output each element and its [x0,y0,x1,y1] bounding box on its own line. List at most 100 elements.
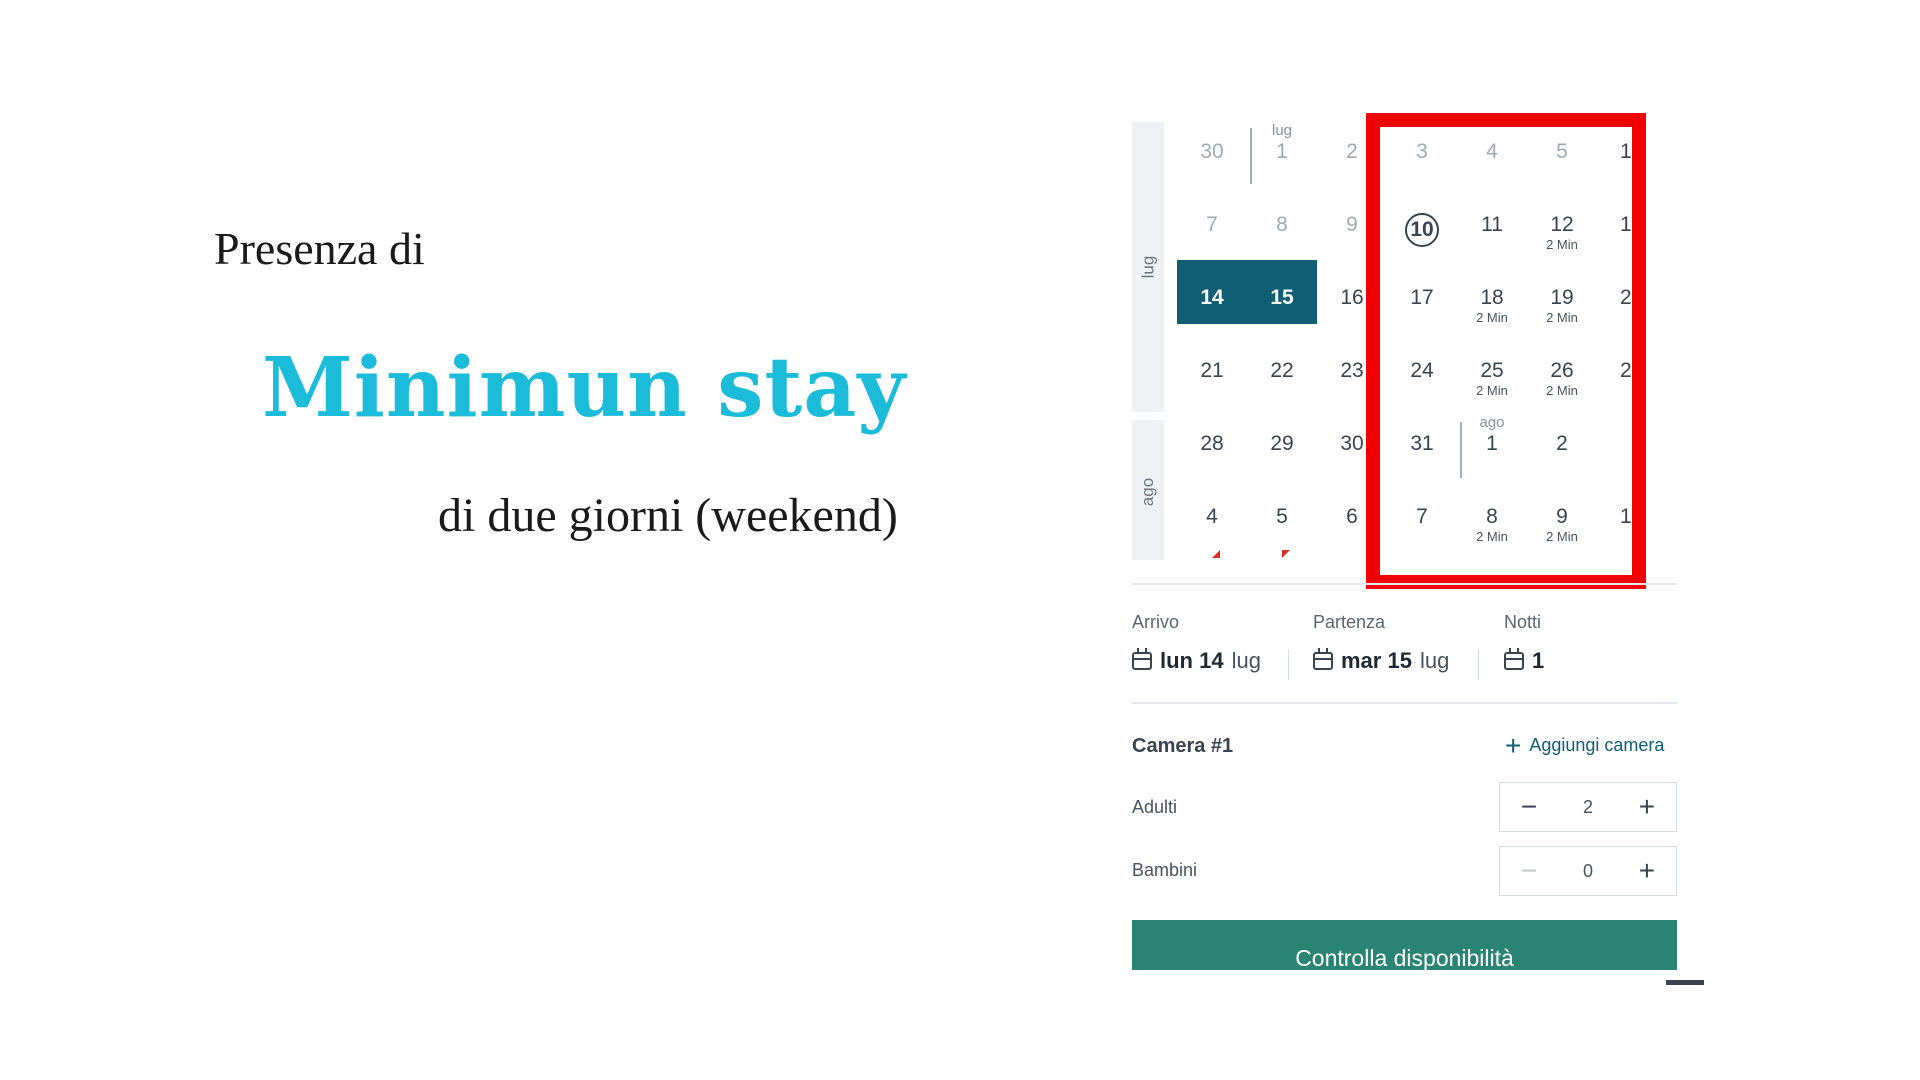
calendar-day[interactable]: 5 [1527,122,1597,186]
min-stay-label: 2 Min [1476,383,1508,398]
room-title: Camera #1 [1132,735,1234,757]
month-label-text: lug [1138,255,1157,279]
day-number: 8 [1276,213,1288,236]
divider [1132,702,1677,704]
calendar-day[interactable]: ago 1 [1457,414,1527,478]
day-number: 3 [1416,140,1428,163]
calendar-day[interactable]: 24 [1387,341,1457,405]
calendar-day[interactable]: 30 [1317,414,1387,478]
calendar-day[interactable]: 14 [1177,260,1247,324]
minus-icon[interactable]: − [1514,856,1544,886]
day-number: 10 [1405,213,1439,247]
calendar-day[interactable]: 7 [1387,487,1457,551]
month-separator [1250,128,1252,184]
day-number: 30 [1340,432,1364,455]
calendar-day[interactable]: 9 [1317,195,1387,259]
calendar-day[interactable]: 17 [1387,268,1457,332]
day-number: 12 [1550,213,1574,236]
month-marker: ago [1479,414,1505,431]
intro-text: Presenza di [214,223,425,274]
day-number: 23 [1340,359,1364,382]
check-availability-button[interactable]: Controlla disponibilità [1132,920,1677,970]
calendar-day[interactable]: 6 [1317,487,1387,551]
departure-label: Partenza [1313,612,1386,632]
day-number: 6 [1346,505,1358,528]
calendar-day[interactable]: lug 1 [1247,122,1317,186]
day-number: 25 [1480,359,1504,382]
add-room-button[interactable]: + Aggiungi camera [1505,731,1664,759]
departure-month: lug [1419,648,1450,673]
day-number: 5 [1276,505,1288,528]
month-label: ago [1132,478,1164,506]
calendar-day[interactable]: 19 2 Min [1527,268,1597,332]
calendar-day[interactable]: 2 [1317,122,1387,186]
nights-label: Notti [1504,612,1542,632]
handle-bar [1666,980,1704,985]
calendar-day[interactable]: 82 Min [1457,487,1527,551]
day-number: 7 [1416,505,1428,528]
calendar-day[interactable]: 21 [1177,341,1247,405]
day-number: 19 [1550,286,1574,309]
day-number: 5 [1556,140,1568,163]
availability-marker [1212,550,1220,558]
separator [1288,650,1289,680]
calendar-day[interactable]: 3 [1387,122,1457,186]
calendar-day[interactable]: 23 [1317,341,1387,405]
calendar-day[interactable]: 4 [1177,487,1247,551]
minus-icon[interactable]: − [1514,792,1544,822]
plus-icon[interactable]: + [1632,856,1662,886]
day-number: 16 [1340,286,1364,309]
children-label: Bambini [1132,860,1198,880]
calendar-day[interactable]: 12 2 Min [1527,195,1597,259]
arrival-label: Arrivo [1132,612,1180,632]
calendar-day[interactable]: 25 2 Min [1457,341,1527,405]
calendar-day-clipped: 2 [1620,286,1632,309]
calendar-day[interactable]: 7 [1177,195,1247,259]
children-value: 0 [1582,860,1593,881]
calendar-day[interactable]: 8 [1247,195,1317,259]
children-stepper[interactable]: − 0 + [1499,846,1677,896]
arrival-field[interactable]: lun 14 lug [1132,648,1261,674]
availability-marker [1282,550,1290,558]
calendar-day[interactable]: 18 2 Min [1457,268,1527,332]
month-label-text: ago [1138,477,1157,507]
adults-label: Adulti [1132,797,1178,817]
nights-field[interactable]: 1 [1504,648,1544,674]
calendar-icon [1132,648,1152,670]
calendar-day[interactable]: 29 [1247,414,1317,478]
calendar-day[interactable]: 4 [1457,122,1527,186]
calendar-day[interactable]: 16 [1317,268,1387,332]
day-number: 1 [1486,432,1498,455]
day-number: 4 [1206,505,1218,528]
calendar-day-clipped: 1 [1620,213,1632,236]
arrival-month: lug [1231,648,1261,673]
adults-value: 2 [1582,796,1593,817]
plus-icon[interactable]: + [1632,792,1662,822]
day-number: 29 [1270,432,1294,455]
day-number: 1 [1276,140,1288,163]
departure-field[interactable]: mar 15 lug [1313,648,1449,674]
calendar-day[interactable]: 26 2 Min [1527,341,1597,405]
min-stay-label: 2 Min [1546,383,1578,398]
day-number: 17 [1410,286,1434,309]
day-number: 14 [1200,286,1224,309]
min-stay-label: 2 Min [1546,529,1578,544]
calendar-day[interactable]: 28 [1177,414,1247,478]
calendar-day[interactable]: 92 Min [1527,487,1597,551]
month-separator [1460,422,1462,478]
day-number: 30 [1200,140,1224,163]
nights-value: 1 [1532,648,1545,673]
calendar-day-clipped: 1 [1620,140,1632,163]
calendar-day[interactable]: 22 [1247,341,1317,405]
calendar-day[interactable]: 31 [1387,414,1457,478]
day-number: 22 [1270,359,1294,382]
calendar-day[interactable]: 11 [1457,195,1527,259]
calendar-day-clipped: 2 [1620,359,1632,382]
min-stay-label: 2 Min [1546,310,1578,325]
adults-stepper[interactable]: − 2 + [1499,782,1677,832]
calendar-day[interactable]: 15 [1247,260,1317,324]
calendar-day[interactable]: 10 [1387,195,1457,259]
calendar-day[interactable]: 5 [1247,487,1317,551]
calendar-day[interactable]: 2 [1527,414,1597,478]
calendar-day[interactable]: 30 [1177,122,1247,186]
